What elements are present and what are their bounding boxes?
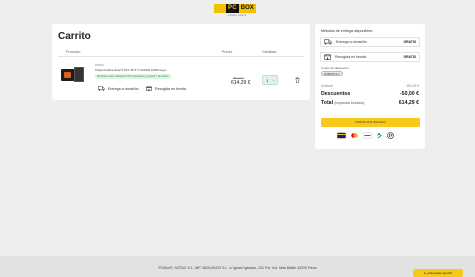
close-icon[interactable]: × <box>338 72 340 76</box>
discount-row: Descuentos -50,00 € <box>321 91 419 97</box>
availability-badge: Recíbelo entre mañana 07/10 (miércoles) … <box>95 74 171 79</box>
help-button[interactable]: ● ¿Necesitas ayuda? <box>413 269 463 277</box>
mastercard-icon <box>351 133 358 138</box>
logo-text-pc: PC <box>226 4 239 13</box>
quantity-value: 1 <box>266 78 269 83</box>
total-row: Total (impuestos incluidos) 614,29 € <box>321 100 419 106</box>
total-label: Total <box>321 100 334 106</box>
coupon-code: PCBOX70 <box>324 72 338 76</box>
discount-label: Descuentos <box>321 91 351 97</box>
chevron-down-icon: ⌄ <box>272 78 275 82</box>
product-name[interactable]: Tarjeta Gráfica Zotac® RTX 4070 TI SUPER… <box>95 68 205 72</box>
delivery-methods-title: Métodos de entrega disponibles: <box>321 29 373 33</box>
shipping-option-home[interactable]: Entrega a domicilio GRATIS <box>320 37 420 47</box>
footer-legal-text: PCBox®, SOTAC S.L. NIF: B53149419 S.L. c… <box>158 266 317 270</box>
store-icon <box>146 86 152 91</box>
logo-tagline: power users <box>228 13 247 17</box>
header-divider <box>58 56 304 57</box>
subtotal-value: 684,29 € <box>406 84 419 88</box>
total-note: (impuestos incluidos) <box>334 101 365 105</box>
checkout-button[interactable]: TERMINAR PEDIDO <box>321 118 420 127</box>
logo-text-box: BOX <box>238 4 256 13</box>
shipping-option-home-label: Entrega a domicilio <box>336 40 367 44</box>
order-summary: Métodos de entrega disponibles: Entrega … <box>315 24 425 149</box>
column-product: Producto <box>66 50 81 54</box>
logo-mark <box>214 4 226 13</box>
shipping-option-store-cost: GRATIS <box>403 55 416 59</box>
shipping-option-store-label: Recogida en tienda <box>335 55 366 59</box>
pcbox-logo[interactable]: PC BOX power users <box>214 4 264 18</box>
coupon-label: Cupón de descuento <box>321 66 349 70</box>
bank-icon <box>363 132 372 139</box>
quantity-select[interactable]: 1 ⌄ <box>262 75 278 85</box>
truck-icon <box>98 86 105 91</box>
product-price: 614,29 € <box>231 80 251 86</box>
subtotal-row: Subtotal 684,29 € <box>321 84 419 88</box>
footer: PCBox®, SOTAC S.L. NIF: B53149419 S.L. c… <box>0 256 475 277</box>
trash-icon[interactable] <box>295 77 300 83</box>
delivery-home-option[interactable]: Entrega a domicilio <box>98 86 139 91</box>
coupon-chip[interactable]: PCBOX70 × <box>321 71 344 76</box>
truck-icon <box>324 39 332 45</box>
payment-methods <box>337 132 394 139</box>
column-quantity: Cantidad <box>262 50 277 54</box>
card-icon <box>337 132 346 139</box>
delivery-home-label: Entrega a domicilio <box>108 86 139 91</box>
shipping-option-home-cost: GRATIS <box>403 40 416 44</box>
shipping-option-store[interactable]: Recogida en tienda GRATIS <box>320 52 420 62</box>
cart-title: Carrito <box>58 31 91 42</box>
discount-value: -50,00 € <box>399 91 419 97</box>
store-icon <box>324 54 331 60</box>
store-pickup-label: Recogida en tienda <box>155 86 186 91</box>
product-brand: ZOTAC <box>95 63 105 67</box>
product-image[interactable] <box>61 66 85 84</box>
subtotal-label: Subtotal <box>321 84 333 88</box>
bizum-icon <box>377 132 382 139</box>
total-value: 614,29 € <box>398 100 419 106</box>
store-pickup-option[interactable]: Recogida en tienda <box>146 86 186 91</box>
help-label: ¿Necesitas ayuda? <box>426 271 453 275</box>
paypal-icon <box>387 132 394 139</box>
column-price: Precio <box>222 50 233 54</box>
